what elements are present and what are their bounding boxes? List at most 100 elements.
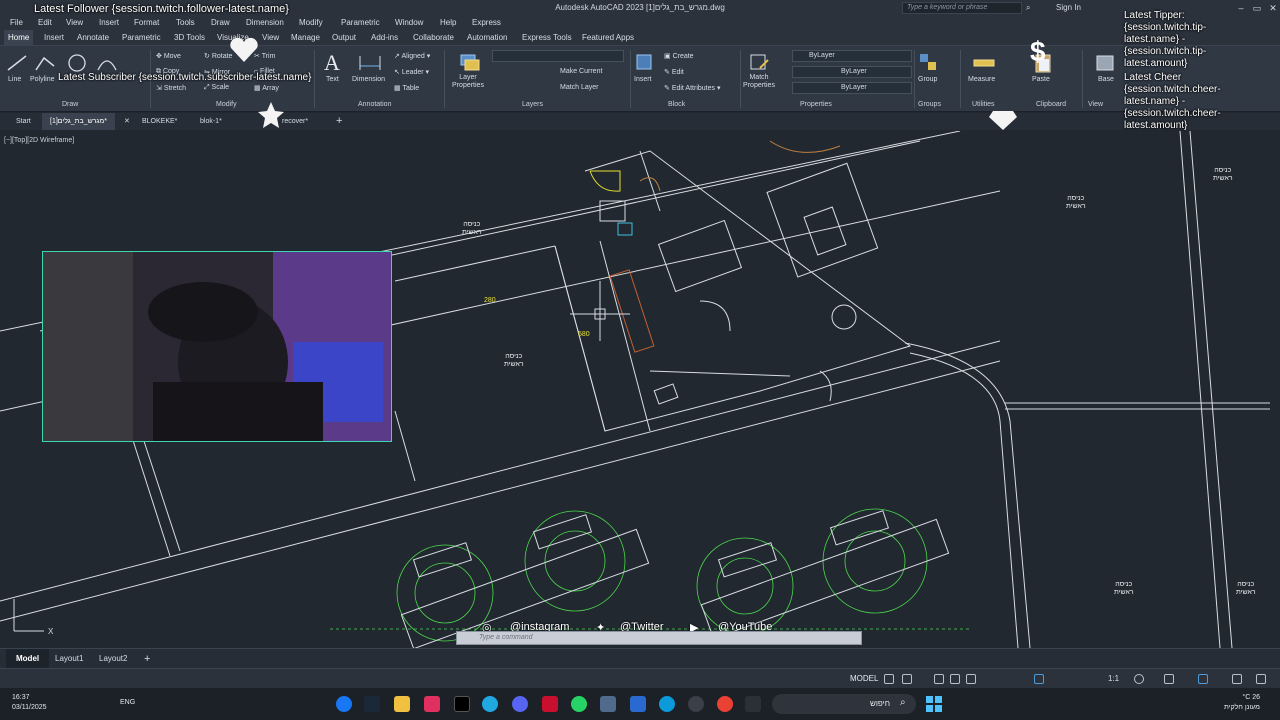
menu-edit[interactable]: Edit [38,16,52,30]
tab-add-ins[interactable]: Add-ins [371,30,398,46]
insert-button[interactable]: Insert [634,76,652,83]
circle-icon[interactable] [66,52,88,74]
terminal-icon[interactable] [745,696,761,712]
clipboard-panel-label[interactable]: Clipboard [1036,101,1066,108]
grid-icon[interactable] [884,674,894,684]
chrome-icon[interactable] [717,696,733,712]
annotation-scale[interactable]: 1:1 [1108,669,1119,689]
fullscreen-icon[interactable] [1232,674,1242,684]
windows-start-icon[interactable] [926,696,942,712]
tab-parametric[interactable]: Parametric [122,30,161,46]
dimension-icon[interactable] [358,52,382,72]
whatsapp-icon[interactable] [571,696,587,712]
tab-3d-tools[interactable]: 3D Tools [174,30,205,46]
measure-icon[interactable] [972,54,996,72]
obs-icon[interactable] [688,696,704,712]
help-search-input[interactable]: Type a keyword or phrase [902,2,1022,14]
polar-icon[interactable] [950,674,960,684]
measure-button[interactable]: Measure [968,76,995,83]
text-button[interactable]: Text [326,76,339,83]
close-icon[interactable]: ✕ [1266,0,1280,16]
modify-panel-label[interactable]: Modify [216,101,237,108]
insert-block-icon[interactable] [634,52,656,74]
selection-cycling-icon[interactable] [1034,674,1044,684]
model-space-toggle[interactable]: MODEL [850,669,878,689]
tab-manage[interactable]: Manage [291,30,320,46]
edit-attributes-button[interactable]: ✎ Edit Attributes ▾ [664,84,720,92]
polyline-icon[interactable] [34,52,58,74]
steam-icon[interactable] [364,696,380,712]
video-editor-icon[interactable] [424,696,440,712]
new-tab-icon[interactable]: + [336,113,342,130]
language-indicator[interactable]: ENG [120,699,135,706]
base-button[interactable]: Base [1098,76,1114,83]
array-button[interactable]: ▦ Array [254,84,279,92]
search-icon[interactable]: ⌕ [900,697,906,708]
discord-icon[interactable] [512,696,528,712]
draw-panel-label[interactable]: Draw [62,101,78,108]
menu-file[interactable]: File [10,16,23,30]
calculator-icon[interactable] [600,696,616,712]
menu-tools[interactable]: Tools [176,16,195,30]
match-layer-button[interactable]: Match Layer [560,84,599,91]
tab-blokeke[interactable]: BLOKEKE* [142,113,177,130]
clock[interactable]: 16:37 03/11/2025 [12,693,47,713]
facebook-icon[interactable] [336,696,352,712]
aligned-dropdown[interactable]: ↗ Aligned ▾ [394,52,430,60]
menu-dimension[interactable]: Dimension [246,16,284,30]
menu-modify[interactable]: Modify [299,16,323,30]
customize-icon[interactable] [1256,674,1266,684]
minimize-icon[interactable]: – [1234,0,1248,16]
command-line-input[interactable]: Type a command [456,631,862,645]
layer-dropdown[interactable] [492,50,624,62]
maximize-icon[interactable]: ▭ [1250,0,1264,16]
menu-draw[interactable]: Draw [211,16,230,30]
menu-parametric[interactable]: Parametric [341,16,380,30]
tab-featured-apps[interactable]: Featured Apps [582,30,634,46]
text-icon[interactable]: A [324,50,340,76]
group-button[interactable]: Group [918,76,937,83]
menu-insert[interactable]: Insert [99,16,119,30]
linetype-dropdown[interactable]: ByLayer [792,66,912,78]
dimension-button[interactable]: Dimension [352,76,385,83]
group-icon[interactable] [918,52,940,74]
tab-express-tools[interactable]: Express Tools [522,30,572,46]
tab-close-icon[interactable]: ✕ [124,113,130,130]
tab-model[interactable]: Model [6,649,50,669]
arc-icon[interactable] [96,52,118,74]
annotation-panel-label[interactable]: Annotation [358,101,391,108]
workspace-gear-icon[interactable] [1134,674,1144,684]
edit-block-button[interactable]: ✎ Edit [664,68,684,76]
search-icon[interactable]: ⌕ [1026,0,1030,16]
isolate-icon[interactable] [1198,674,1208,684]
tab-layout1[interactable]: Layout1 [55,649,83,669]
tab-automation[interactable]: Automation [467,30,507,46]
polyline-button[interactable]: Polyline [30,76,55,83]
properties-panel-label[interactable]: Properties [800,101,832,108]
weather-widget[interactable]: °C 26 מעונן חלקית [1200,693,1260,713]
plus-icon[interactable] [1164,674,1174,684]
tab-view[interactable]: View [262,30,279,46]
tab-annotate[interactable]: Annotate [77,30,109,46]
tab-insert[interactable]: Insert [44,30,64,46]
tiktok-icon[interactable] [454,696,470,712]
snap-icon[interactable] [902,674,912,684]
tab-collaborate[interactable]: Collaborate [413,30,454,46]
layer-properties-icon[interactable] [458,52,482,74]
scale-button[interactable]: ⤢ Scale [204,84,229,92]
stretch-button[interactable]: ⇲ Stretch [156,84,186,92]
osnap-icon[interactable] [966,674,976,684]
add-layout-icon[interactable]: + [144,649,150,669]
groups-panel-label[interactable]: Groups [918,101,941,108]
block-panel-label[interactable]: Block [668,101,685,108]
menu-window[interactable]: Window [395,16,423,30]
layers-panel-label[interactable]: Layers [522,101,543,108]
tab-blok-1[interactable]: blok-1* [200,113,222,130]
make-current-button[interactable]: Make Current [560,68,602,75]
match-properties-button[interactable]: Match Properties [740,74,778,90]
file-explorer-icon[interactable] [394,696,410,712]
table-button[interactable]: ▦ Table [394,84,419,92]
paste-button[interactable]: Paste [1032,76,1050,83]
sign-in-button[interactable]: Sign In [1056,0,1081,16]
color-dropdown[interactable]: ByLayer [792,50,912,62]
